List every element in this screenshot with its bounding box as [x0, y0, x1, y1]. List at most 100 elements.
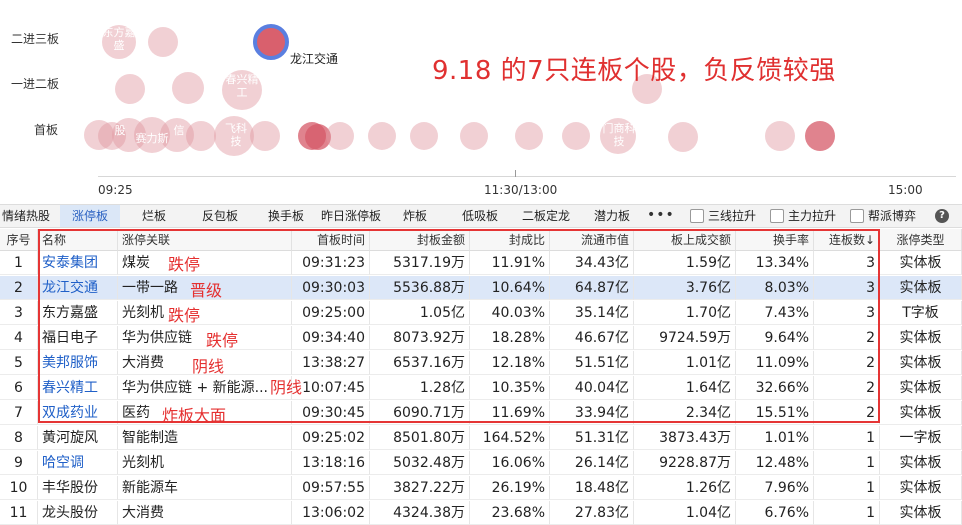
note: 跌停 [168, 255, 201, 274]
cell-turnover-rate: 9.64% [736, 326, 814, 350]
tab-hot-stocks[interactable]: 情绪热股 [0, 205, 52, 227]
cell-consecutive-boards: 2 [814, 376, 880, 400]
cell-consecutive-boards: 1 [814, 451, 880, 475]
cell-seal-amount: 5536.88万 [370, 276, 470, 300]
cell-seal-ratio: 10.35% [470, 376, 550, 400]
axis-tick [515, 170, 516, 177]
cell-seal-amount: 8501.80万 [370, 426, 470, 450]
cell-board-turnover: 1.59亿 [634, 251, 736, 275]
cell-board-turnover: 1.26亿 [634, 476, 736, 500]
cell-board-type: 一字板 [880, 426, 962, 450]
bubble[interactable] [460, 122, 488, 150]
checkbox-label: 帮派博弈 [868, 209, 917, 223]
cell-float-mcap: 34.43亿 [550, 251, 634, 275]
cell-consecutive-boards: 2 [814, 326, 880, 350]
cell-name[interactable]: 福日电子 [38, 326, 118, 350]
cell-name[interactable]: 哈空调 [38, 451, 118, 475]
bubble[interactable] [765, 121, 795, 151]
bubble[interactable] [148, 27, 178, 57]
checkbox-three-line[interactable] [690, 209, 704, 223]
checkbox-main-force[interactable] [770, 209, 784, 223]
limit-up-bubble-chart: 二进三板 一进二板 首板 龙江交通 东方嘉 盛 春兴精 工 股 赛力斯 信 飞科… [0, 0, 962, 204]
tab-dip-board[interactable]: 低吸板 [452, 205, 508, 227]
cell-seal-ratio: 18.28% [470, 326, 550, 350]
tab-potential-board[interactable]: 潜力板 [584, 205, 640, 227]
cell-name[interactable]: 龙江交通 [38, 276, 118, 300]
cell-seal-ratio: 26.19% [470, 476, 550, 500]
cell-board-turnover: 1.04亿 [634, 501, 736, 525]
header-turnover-rate[interactable]: 换手率 [736, 229, 814, 251]
cell-seal-amount: 1.05亿 [370, 301, 470, 325]
bubble[interactable] [326, 122, 354, 150]
header-board-type[interactable]: 涨停类型 [880, 229, 962, 251]
cell-board-turnover: 1.01亿 [634, 351, 736, 375]
cell-name[interactable]: 丰华股份 [38, 476, 118, 500]
cell-turnover-rate: 15.51% [736, 401, 814, 425]
cell-seal-ratio: 11.69% [470, 401, 550, 425]
bubble[interactable] [410, 122, 438, 150]
cell-float-mcap: 64.87亿 [550, 276, 634, 300]
cell-seal-amount: 5032.48万 [370, 451, 470, 475]
help-icon[interactable]: ? [935, 209, 949, 223]
bubble[interactable] [115, 74, 145, 104]
note: 跌停 [168, 306, 201, 325]
cell-turnover-rate: 7.96% [736, 476, 814, 500]
cell-float-mcap: 33.94亿 [550, 401, 634, 425]
tab-reversal-board[interactable]: 反包板 [190, 205, 250, 227]
cell-name[interactable]: 黄河旋风 [38, 426, 118, 450]
header-name[interactable]: 名称 [38, 229, 118, 251]
header-consecutive-boards[interactable]: 连板数↓ [814, 229, 880, 251]
row-label-2to3: 二进三板 [11, 32, 60, 46]
cell-turnover-rate: 32.66% [736, 376, 814, 400]
cell-seq: 5 [0, 351, 38, 375]
cell-name[interactable]: 春兴精工 [38, 376, 118, 400]
cell-relation: 智能制造 [118, 426, 292, 450]
bubble[interactable] [172, 72, 204, 104]
cell-name[interactable]: 东方嘉盛 [38, 301, 118, 325]
header-seal-ratio[interactable]: 封成比 [470, 229, 550, 251]
time-label-open: 09:25 [98, 183, 133, 197]
cell-turnover-rate: 6.76% [736, 501, 814, 525]
note: 阴线 [270, 378, 303, 397]
tab-second-board[interactable]: 二板定龙 [516, 205, 576, 227]
tab-broken-board[interactable]: 炸板 [390, 205, 440, 227]
cell-seal-ratio: 23.68% [470, 501, 550, 525]
bubble[interactable] [805, 121, 835, 151]
cell-name[interactable]: 双成药业 [38, 401, 118, 425]
note: 阴线 [192, 357, 225, 376]
checkbox-gang-game[interactable] [850, 209, 864, 223]
cell-seal-ratio: 12.18% [470, 351, 550, 375]
cell-name[interactable]: 安泰集团 [38, 251, 118, 275]
header-first-board-time[interactable]: 首板时间 [292, 229, 370, 251]
cell-seal-amount: 3827.22万 [370, 476, 470, 500]
header-seq[interactable]: 序号 [0, 229, 38, 251]
cell-name[interactable]: 龙头股份 [38, 501, 118, 525]
more-tabs-icon[interactable]: ••• [647, 205, 675, 225]
cell-board-type: 实体板 [880, 276, 962, 300]
tab-yesterday-limit-up[interactable]: 昨日涨停板 [318, 205, 384, 227]
header-board-turnover[interactable]: 板上成交额 [634, 229, 736, 251]
bubble-label: 飞科 技 [225, 122, 247, 148]
time-label-noon: 11:30/13:00 [484, 183, 558, 197]
cell-name[interactable]: 美邦服饰 [38, 351, 118, 375]
header-float-mcap[interactable]: 流通市值 [550, 229, 634, 251]
bubble[interactable] [562, 122, 590, 150]
header-relation[interactable]: 涨停关联 [118, 229, 292, 251]
bubble-selected[interactable] [253, 24, 289, 60]
bubble[interactable] [515, 122, 543, 150]
header-seal-amount[interactable]: 封板金额 [370, 229, 470, 251]
board-tab-bar: 情绪热股 涨停板 烂板 反包板 换手板 昨日涨停板 炸板 低吸板 二板定龙 潜力… [0, 204, 962, 228]
tab-limit-up[interactable]: 涨停板 [60, 205, 120, 227]
cell-seq: 1 [0, 251, 38, 275]
highlight-stock-name: 龙江交通 [290, 52, 339, 66]
tab-turnover-board[interactable]: 换手板 [256, 205, 316, 227]
cell-first-board-time: 09:57:55 [292, 476, 370, 500]
cell-relation: 新能源车 [118, 476, 292, 500]
cell-seq: 3 [0, 301, 38, 325]
bubble[interactable] [368, 122, 396, 150]
time-axis [98, 176, 956, 177]
cell-relation: 大消费 [118, 501, 292, 525]
cell-board-type: 实体板 [880, 376, 962, 400]
tab-weak-board[interactable]: 烂板 [128, 205, 180, 227]
bubble[interactable] [668, 122, 698, 152]
